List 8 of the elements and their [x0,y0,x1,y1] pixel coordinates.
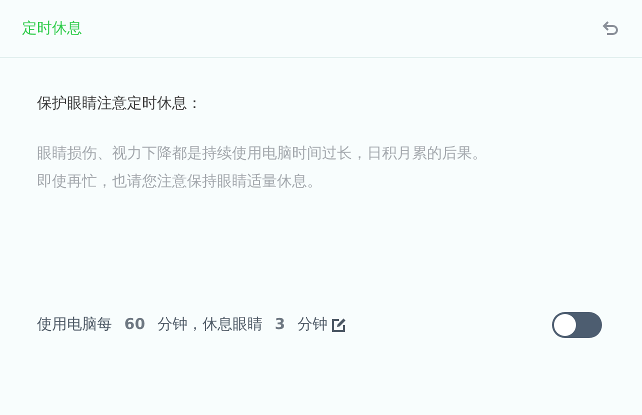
undo-icon[interactable] [602,20,620,38]
header-title: 定时休息 [22,18,82,40]
notice-heading: 保护眼睛注意定时休息： [37,93,203,114]
notice-text: 眼睛损伤、视力下降都是持续使用电脑时间过长，日积月累的后果。 [37,142,488,164]
notice-text: 即使再忙，也请您注意保持眼睛适量休息。 [37,170,323,192]
toggle-switch[interactable] [552,312,602,338]
edit-icon[interactable] [331,316,348,332]
interval-setting-text: 使用电脑每 60 分钟，休息眼睛 3 分钟 [37,314,328,336]
